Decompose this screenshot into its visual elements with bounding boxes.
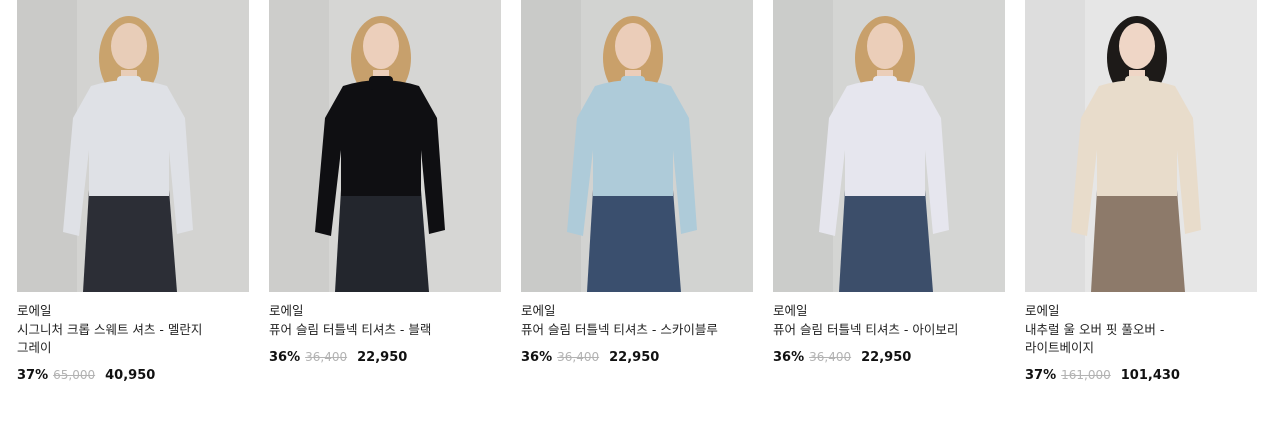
brand-name[interactable]: 로에일 [521, 303, 753, 319]
face [1119, 23, 1155, 69]
brand-name[interactable]: 로에일 [17, 303, 249, 319]
product-name[interactable]: 시그니처 크롭 스웨트 셔츠 - 멜란지 그레이 [17, 321, 222, 357]
brand-name[interactable]: 로에일 [269, 303, 501, 319]
product-card[interactable]: 로에일 시그니처 크롭 스웨트 셔츠 - 멜란지 그레이 37% 65,000 … [17, 0, 249, 384]
product-card[interactable]: 로에일 퓨어 슬림 터틀넥 티셔츠 - 스카이블루 36% 36,400 22,… [521, 0, 753, 384]
price-row: 37% 161,000 101,430 [1025, 367, 1257, 384]
sale-price: 101,430 [1120, 368, 1180, 383]
product-image[interactable] [773, 0, 1005, 292]
discount-rate: 36% [773, 350, 805, 365]
face [615, 23, 651, 69]
model-photo-illustration [269, 0, 501, 292]
discount-rate: 37% [1025, 368, 1057, 383]
price-row: 36% 36,400 22,950 [773, 349, 1005, 366]
face [363, 23, 399, 69]
model-photo-illustration [773, 0, 1005, 292]
product-image[interactable] [1025, 0, 1257, 292]
original-price: 36,400 [557, 350, 600, 364]
wall-shadow [17, 0, 77, 292]
wall-shadow [1025, 0, 1085, 292]
bottom-garment [587, 190, 681, 292]
sale-price: 22,950 [357, 350, 408, 365]
original-price: 36,400 [809, 350, 852, 364]
original-price: 65,000 [53, 368, 96, 382]
sale-price: 22,950 [609, 350, 660, 365]
product-card[interactable]: 로에일 퓨어 슬림 터틀넥 티셔츠 - 블랙 36% 36,400 22,950 [269, 0, 501, 384]
product-grid: 로에일 시그니처 크롭 스웨트 셔츠 - 멜란지 그레이 37% 65,000 … [17, 0, 1257, 384]
sale-price: 40,950 [105, 368, 156, 383]
model-photo-illustration [17, 0, 249, 292]
discount-rate: 37% [17, 368, 49, 383]
collar [117, 76, 141, 90]
product-card[interactable]: 로에일 퓨어 슬림 터틀넥 티셔츠 - 아이보리 36% 36,400 22,9… [773, 0, 1005, 384]
model-photo-illustration [521, 0, 753, 292]
collar [873, 76, 897, 90]
price-row: 37% 65,000 40,950 [17, 367, 249, 384]
collar [1125, 76, 1149, 90]
original-price: 161,000 [1061, 368, 1111, 382]
wall-shadow [773, 0, 833, 292]
product-image[interactable] [269, 0, 501, 292]
collar [621, 76, 645, 90]
discount-rate: 36% [269, 350, 301, 365]
collar [369, 76, 393, 90]
wall-shadow [521, 0, 581, 292]
product-name[interactable]: 내추럴 울 오버 핏 풀오버 - 라이트베이지 [1025, 321, 1230, 357]
brand-name[interactable]: 로에일 [773, 303, 1005, 319]
original-price: 36,400 [305, 350, 348, 364]
price-row: 36% 36,400 22,950 [269, 349, 501, 366]
product-name[interactable]: 퓨어 슬림 터틀넥 티셔츠 - 아이보리 [773, 321, 978, 339]
model-photo-illustration [1025, 0, 1257, 292]
product-name[interactable]: 퓨어 슬림 터틀넥 티셔츠 - 블랙 [269, 321, 474, 339]
bottom-garment [83, 190, 177, 292]
face [111, 23, 147, 69]
wall-shadow [269, 0, 329, 292]
bottom-garment [1091, 190, 1185, 292]
product-image[interactable] [17, 0, 249, 292]
face [867, 23, 903, 69]
bottom-garment [335, 190, 429, 292]
brand-name[interactable]: 로에일 [1025, 303, 1257, 319]
price-row: 36% 36,400 22,950 [521, 349, 753, 366]
bottom-garment [839, 190, 933, 292]
sale-price: 22,950 [861, 350, 912, 365]
product-name[interactable]: 퓨어 슬림 터틀넥 티셔츠 - 스카이블루 [521, 321, 726, 339]
product-card[interactable]: 로에일 내추럴 울 오버 핏 풀오버 - 라이트베이지 37% 161,000 … [1025, 0, 1257, 384]
discount-rate: 36% [521, 350, 553, 365]
product-image[interactable] [521, 0, 753, 292]
